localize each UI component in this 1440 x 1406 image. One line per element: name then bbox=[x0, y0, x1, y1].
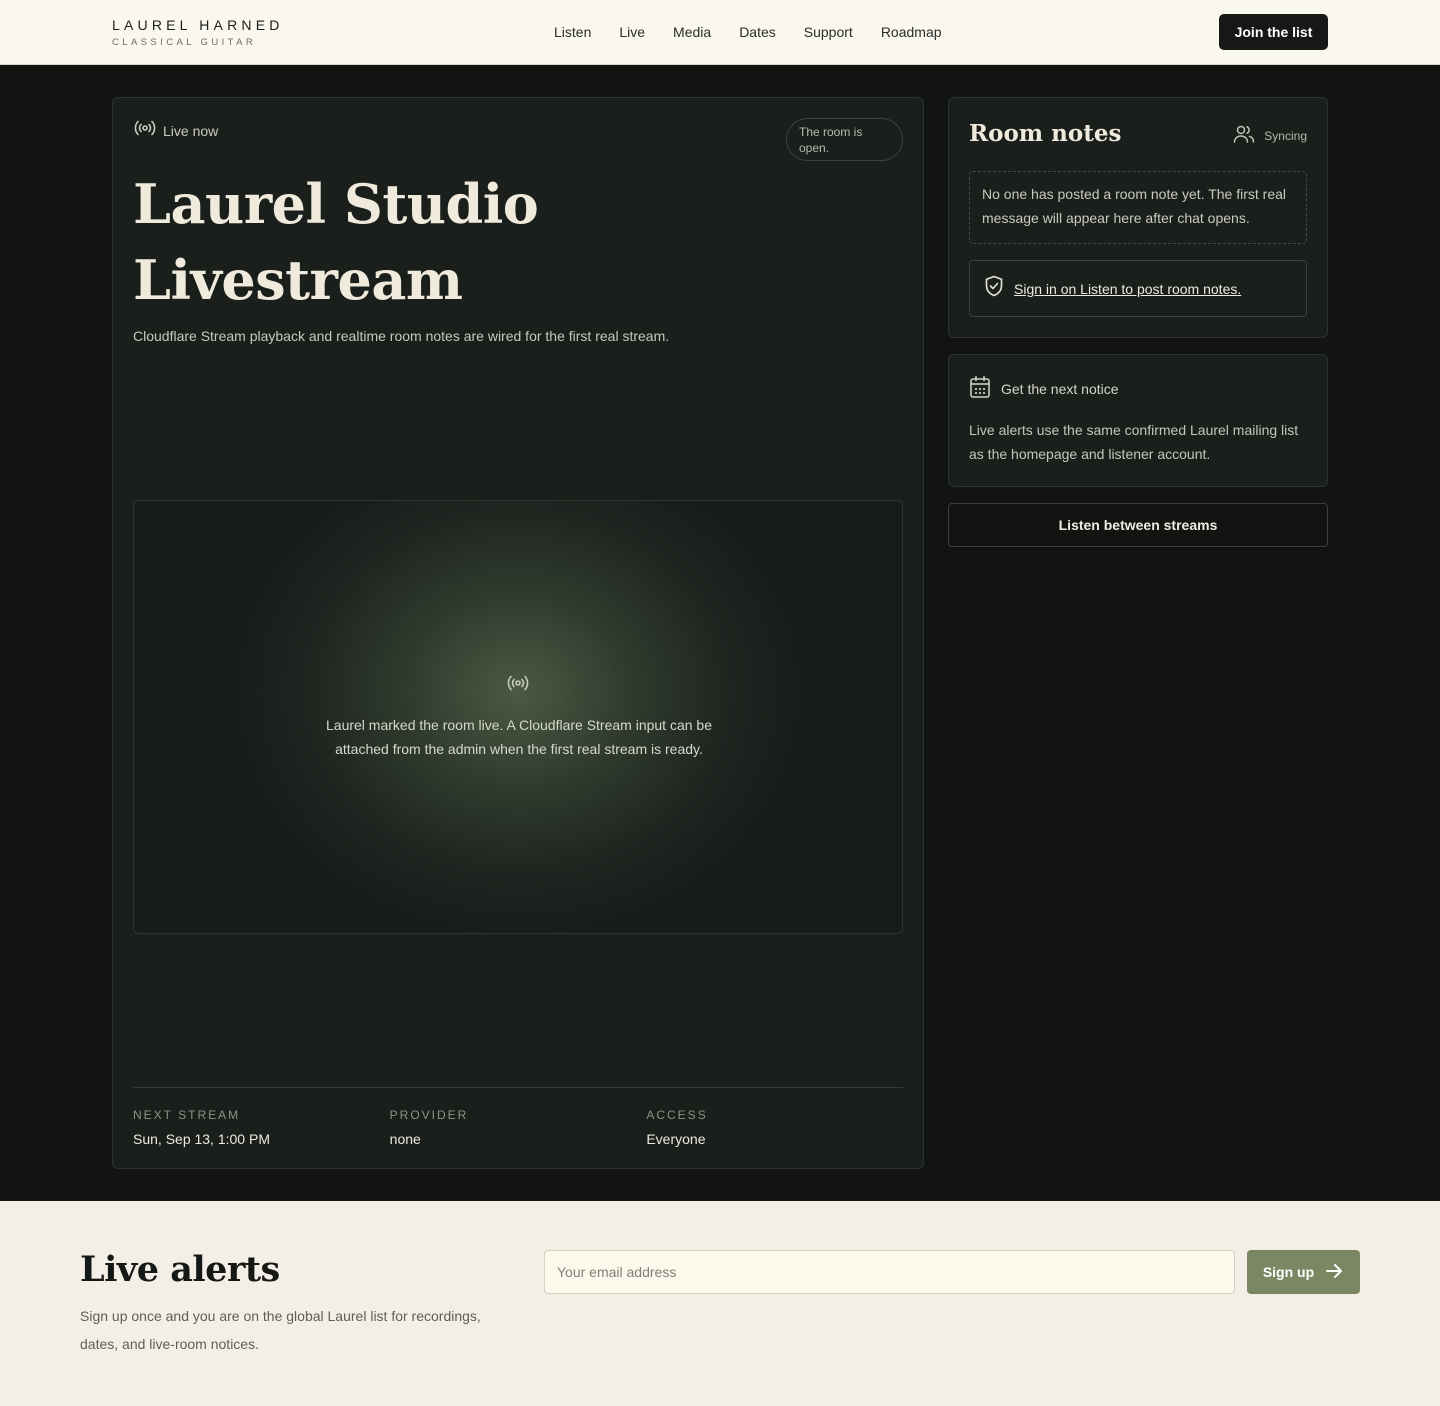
meta-label: ACCESS bbox=[646, 1108, 708, 1122]
nav-listen[interactable]: Listen bbox=[554, 22, 591, 42]
signup-button[interactable]: Sign up bbox=[1247, 1250, 1360, 1294]
brand-subtitle: CLASSICAL GUITAR bbox=[112, 37, 257, 48]
live-alerts-section: Live alerts Sign up once and you are on … bbox=[0, 1201, 1440, 1406]
shield-check-icon bbox=[984, 275, 1004, 302]
next-notice-card: Get the next notice Live alerts use the … bbox=[948, 354, 1328, 487]
stream-card: Live now The room is open. Laurel Studio… bbox=[112, 97, 924, 1169]
meta-value: Everyone bbox=[646, 1131, 706, 1147]
signin-prompt: Sign in on Listen to post room notes. bbox=[969, 260, 1307, 317]
meta-provider: PROVIDER none bbox=[390, 1108, 647, 1148]
meta-value: Sun, Sep 13, 1:00 PM bbox=[133, 1131, 270, 1147]
nav-live[interactable]: Live bbox=[619, 22, 645, 42]
nav-dates[interactable]: Dates bbox=[739, 22, 776, 42]
brand-logo[interactable]: LAUREL HARNED CLASSICAL GUITAR bbox=[112, 16, 284, 49]
notice-title: Get the next notice bbox=[1001, 380, 1119, 397]
broadcast-icon bbox=[506, 674, 530, 697]
signin-link[interactable]: Sign in on Listen to post room notes. bbox=[1014, 281, 1241, 297]
sync-status: Syncing bbox=[1232, 122, 1307, 149]
signup-label: Sign up bbox=[1262, 1264, 1315, 1280]
player-message: Laurel marked the room live. A Cloudflar… bbox=[326, 717, 712, 757]
stream-title: Laurel Studio Livestream bbox=[133, 172, 539, 312]
meta-label: NEXT STREAM bbox=[133, 1108, 241, 1122]
live-section: Live now The room is open. Laurel Studio… bbox=[0, 65, 1440, 1201]
nav-roadmap[interactable]: Roadmap bbox=[881, 22, 942, 42]
calendar-icon bbox=[969, 375, 991, 402]
empty-notes-message: No one has posted a room note yet. The f… bbox=[969, 171, 1307, 244]
email-field[interactable] bbox=[544, 1250, 1235, 1294]
meta-label: PROVIDER bbox=[389, 1108, 469, 1122]
site-header: LAUREL HARNED CLASSICAL GUITAR Listen Li… bbox=[0, 0, 1440, 65]
alerts-description: Sign up once and you are on the global L… bbox=[80, 1308, 481, 1352]
video-player[interactable]: Laurel marked the room live. A Cloudflar… bbox=[133, 500, 903, 934]
stream-description: Cloudflare Stream playback and realtime … bbox=[133, 328, 670, 344]
room-notes-card: Room notes Syncing No one has posted a r… bbox=[948, 97, 1328, 338]
meta-value: none bbox=[389, 1131, 421, 1147]
broadcast-icon bbox=[133, 120, 157, 141]
room-status-badge: The room is open. bbox=[786, 118, 903, 161]
sync-label: Syncing bbox=[1264, 128, 1307, 143]
notice-header: Get the next notice bbox=[969, 375, 1119, 402]
live-status: Live now bbox=[133, 120, 218, 141]
meta-access: ACCESS Everyone bbox=[646, 1108, 903, 1148]
stream-meta: NEXT STREAM Sun, Sep 13, 1:00 PM PROVIDE… bbox=[133, 1087, 903, 1148]
room-notes-title: Room notes bbox=[969, 120, 1122, 147]
join-list-button[interactable]: Join the list bbox=[1219, 14, 1328, 50]
users-icon bbox=[1232, 122, 1256, 149]
notice-body: Live alerts use the same confirmed Laure… bbox=[969, 422, 1299, 462]
nav-support[interactable]: Support bbox=[804, 22, 853, 42]
meta-next-stream: NEXT STREAM Sun, Sep 13, 1:00 PM bbox=[133, 1108, 390, 1148]
main-nav: Listen Live Media Dates Support Roadmap bbox=[554, 22, 942, 42]
brand-name: LAUREL HARNED bbox=[112, 17, 284, 33]
alerts-title: Live alerts bbox=[80, 1249, 280, 1290]
arrow-right-icon bbox=[1324, 1261, 1344, 1284]
listen-between-streams-button[interactable]: Listen between streams bbox=[948, 503, 1328, 547]
nav-media[interactable]: Media bbox=[673, 22, 711, 42]
live-now-label: Live now bbox=[163, 122, 219, 139]
